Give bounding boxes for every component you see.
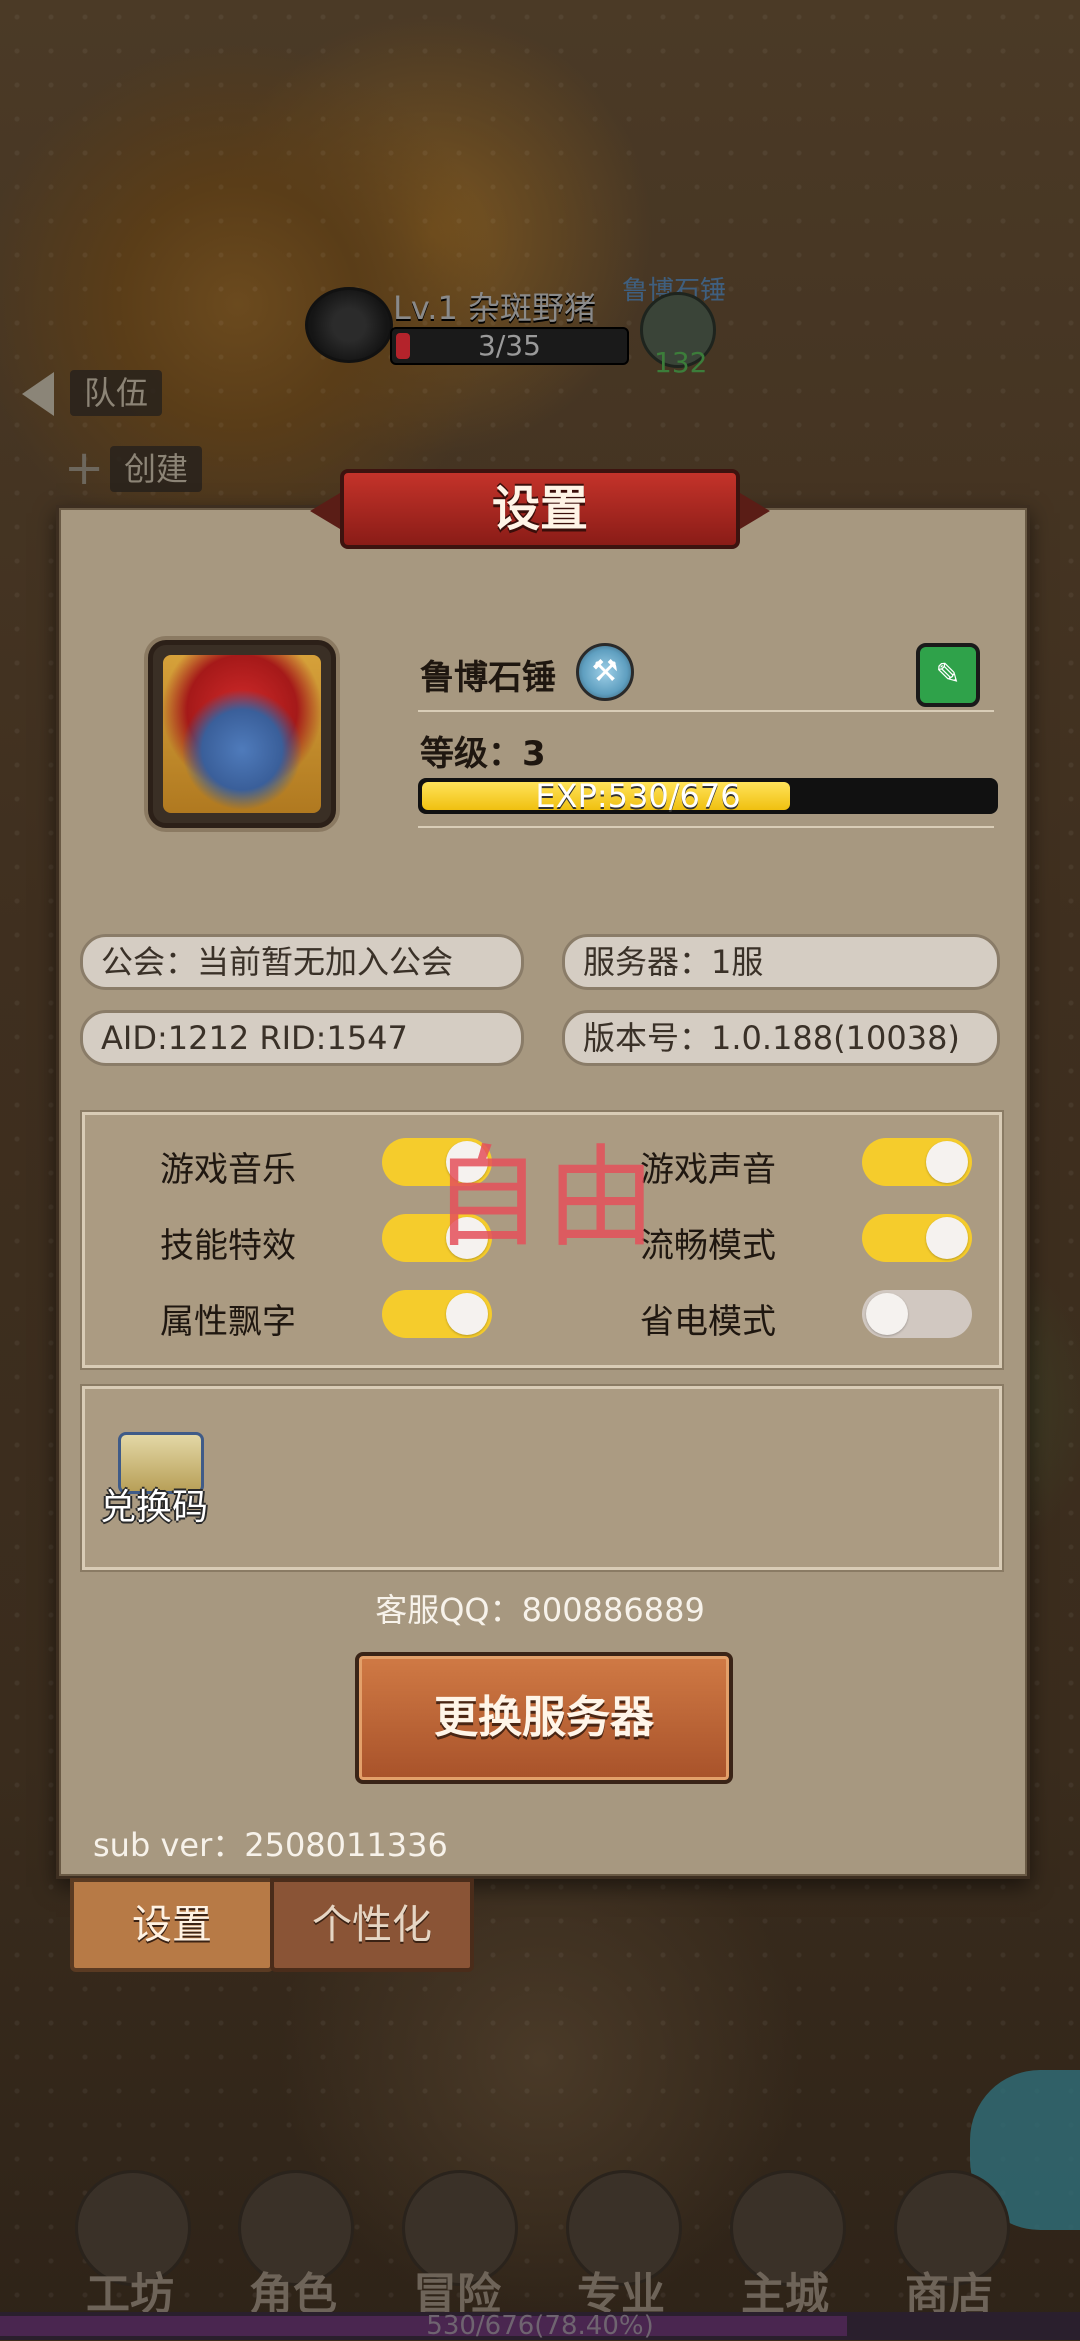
enemy-hp-text: 3/35 xyxy=(478,329,541,362)
nav-shop[interactable]: 商店 xyxy=(874,2170,1024,2320)
power-saving-toggle[interactable] xyxy=(862,1290,972,1338)
ally-value: 132 xyxy=(654,346,708,379)
sub-version: sub ver：2508011336 xyxy=(93,1826,448,1864)
player-level: 等级：3 xyxy=(420,734,546,774)
settings-banner: 设置 xyxy=(310,463,770,555)
customer-service-qq: 客服QQ：800886889 xyxy=(375,1591,705,1629)
nav-workshop[interactable]: 工坊 xyxy=(55,2170,205,2320)
version-info: 版本号：1.0.188(10038) xyxy=(562,1010,1000,1066)
guild-info: 公会：当前暂无加入公会 xyxy=(80,934,524,990)
hammer-weapon-icon: ⚒ xyxy=(576,643,634,701)
tab-personalize[interactable]: 个性化 xyxy=(270,1878,474,1972)
enemy-name: Lv.1 杂斑野猪 xyxy=(393,289,596,327)
enemy-portrait-icon xyxy=(305,287,393,363)
toggle-knob xyxy=(866,1293,908,1335)
toggle-label-skill-effects: 技能特效 xyxy=(160,1226,296,1266)
floating-text-toggle[interactable] xyxy=(382,1290,492,1338)
toggle-label-music: 游戏音乐 xyxy=(160,1150,296,1190)
nav-profession[interactable]: 专业 xyxy=(546,2170,696,2320)
toggle-label-floating-text: 属性飘字 xyxy=(160,1302,296,1342)
bottom-exp-bar: 530/676(78.40%) xyxy=(0,2312,1080,2340)
exp-bar: EXP:530/676 xyxy=(418,778,998,814)
smooth-mode-toggle[interactable] xyxy=(862,1214,972,1262)
edit-name-button[interactable]: ✎ xyxy=(916,643,980,707)
player-avatar[interactable] xyxy=(148,640,336,828)
team-button[interactable]: 队伍 xyxy=(70,370,163,416)
player-name: 鲁博石锤 xyxy=(420,658,556,698)
toggle-knob xyxy=(926,1141,968,1183)
toggle-label-smooth-mode: 流畅模式 xyxy=(640,1226,776,1266)
toggle-label-sound: 游戏声音 xyxy=(640,1150,776,1190)
nav-adventure[interactable]: 冒险 xyxy=(382,2170,532,2320)
bottom-nav: 工坊 角色 冒险 专业 主城 商店 xyxy=(0,2170,1080,2320)
enemy-hp-bar: 3/35 xyxy=(390,327,629,365)
tab-settings[interactable]: 设置 xyxy=(70,1878,274,1972)
exp-text: EXP:530/676 xyxy=(535,777,741,815)
ally-status: 鲁博石锤 132 xyxy=(622,270,726,379)
create-button[interactable]: 创建 xyxy=(110,446,203,492)
bottom-exp-text: 530/676(78.40%) xyxy=(426,2311,654,2341)
divider xyxy=(418,826,994,828)
divider xyxy=(418,710,994,712)
redeem-code-label[interactable]: 兑换码 xyxy=(100,1478,208,1530)
pencil-icon: ✎ xyxy=(935,657,961,692)
toggle-knob xyxy=(926,1217,968,1259)
change-server-button[interactable]: 更换服务器 xyxy=(355,1652,733,1784)
server-info: 服务器：1服 xyxy=(562,934,1000,990)
settings-title: 设置 xyxy=(491,481,588,537)
account-ids: AID:1212 RID:1547 xyxy=(80,1010,524,1066)
nav-character[interactable]: 角色 xyxy=(218,2170,368,2320)
watermark-text: 自由 xyxy=(432,1134,660,1262)
toggle-knob xyxy=(446,1293,488,1335)
nav-main-city[interactable]: 主城 xyxy=(710,2170,860,2320)
extras-section xyxy=(82,1386,1002,1570)
toggle-label-power-saving: 省电模式 xyxy=(640,1302,776,1342)
plus-icon: + xyxy=(64,440,105,496)
sound-toggle[interactable] xyxy=(862,1138,972,1186)
troll-portrait-icon xyxy=(163,655,321,813)
back-arrow-icon[interactable] xyxy=(22,372,54,416)
